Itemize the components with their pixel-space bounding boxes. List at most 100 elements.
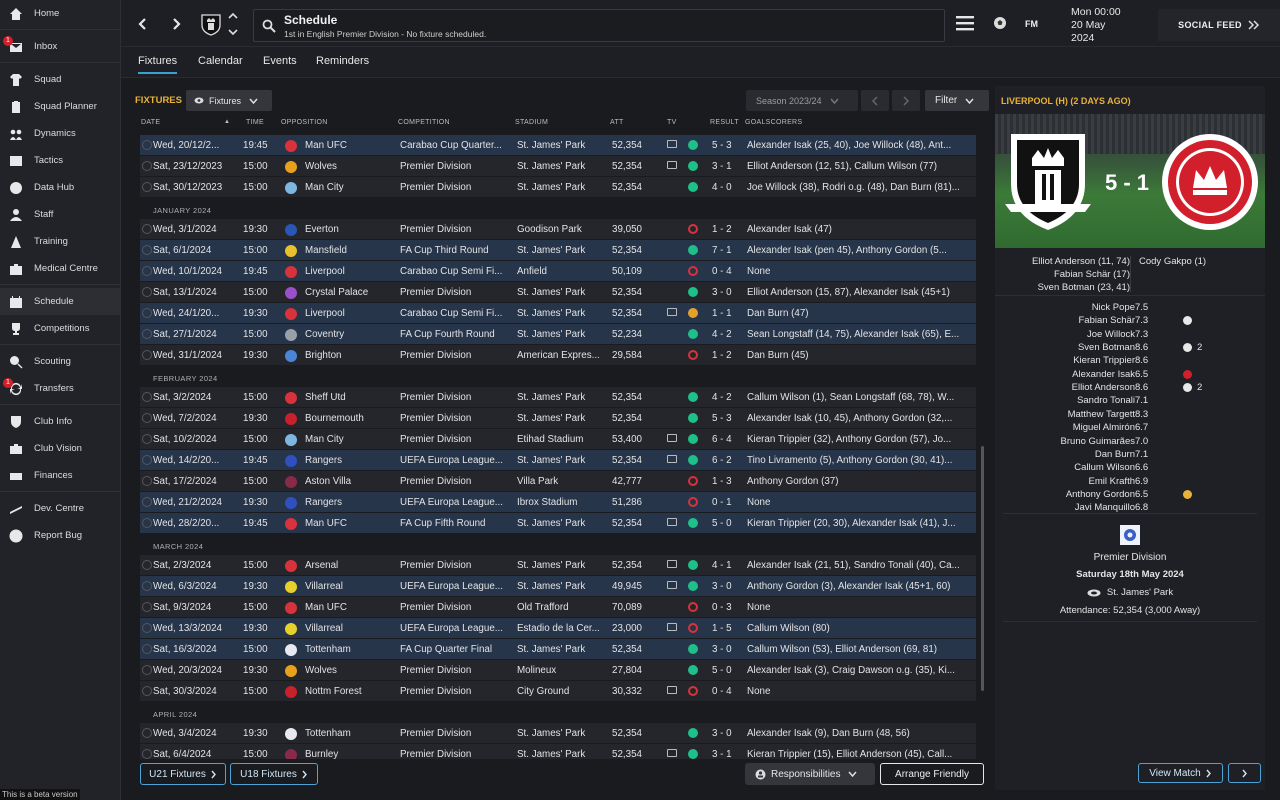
fixture-stadium[interactable]: City Ground [517, 686, 609, 697]
tab-events[interactable]: Events [263, 55, 297, 67]
social-feed-button[interactable]: SOCIAL FEED [1158, 9, 1280, 41]
fixture-opposition[interactable]: Brighton [305, 350, 397, 361]
fixture-competition[interactable]: UEFA Europa League... [400, 581, 514, 592]
fixture-row[interactable]: Sat, 10/2/2024 15:00 Man City Premier Divis… [140, 429, 976, 450]
fixture-opposition[interactable]: Nottm Forest [305, 686, 397, 697]
season-dropdown[interactable]: Season 2023/24 [746, 90, 858, 111]
fixture-stadium[interactable]: Etihad Stadium [517, 434, 609, 445]
sort-asc-icon[interactable]: ▲ [224, 119, 230, 125]
fixture-stadium[interactable]: St. James' Park [517, 140, 609, 151]
player-rating-row[interactable]: Alexander Isak 6.5 [995, 369, 1265, 382]
player-rating-row[interactable]: Kieran Trippier 8.6 [995, 355, 1265, 368]
player-rating-row[interactable]: Callum Wilson 6.6 [995, 462, 1265, 475]
fixture-row[interactable]: Sat, 2/3/2024 15:00 Arsenal Premier Divisio… [140, 555, 976, 576]
fixture-row[interactable]: Wed, 10/1/2024 19:45 Liverpool Carabao Cup … [140, 261, 976, 282]
fixture-competition[interactable]: UEFA Europa League... [400, 497, 514, 508]
fixture-competition[interactable]: Premier Division [400, 287, 514, 298]
col-competition[interactable]: COMPETITION [398, 119, 450, 126]
fixture-row[interactable]: Sat, 27/1/2024 15:00 Coventry FA Cup Fourth… [140, 324, 976, 345]
fixture-competition[interactable]: Premier Division [400, 602, 514, 613]
col-goalscorers[interactable]: GOALSCORERS [745, 119, 802, 126]
fixture-row[interactable]: Sat, 30/3/2024 15:00 Nottm Forest Premier D… [140, 681, 976, 702]
fixture-competition[interactable]: Premier Division [400, 749, 514, 759]
fixture-opposition[interactable]: Wolves [305, 161, 397, 172]
fixture-competition[interactable]: FA Cup Quarter Final [400, 644, 514, 655]
forward-button[interactable] [164, 10, 188, 38]
fixture-competition[interactable]: Premier Division [400, 665, 514, 676]
fixture-opposition[interactable]: Man UFC [305, 140, 397, 151]
fixture-stadium[interactable]: St. James' Park [517, 392, 609, 403]
fixture-row[interactable]: Wed, 21/2/2024 19:30 Rangers UEFA Europa Le… [140, 492, 976, 513]
fixture-stadium[interactable]: Goodison Park [517, 224, 609, 235]
col-opposition[interactable]: OPPOSITION [281, 119, 328, 126]
fixture-opposition[interactable]: Crystal Palace [305, 287, 397, 298]
fixture-competition[interactable]: Premier Division [400, 224, 514, 235]
fixture-stadium[interactable]: Old Trafford [517, 602, 609, 613]
player-rating-row[interactable]: Nick Pope 7.5 [995, 302, 1265, 315]
sidebar-item-staff[interactable]: Staff [0, 201, 120, 228]
player-rating-row[interactable]: Sven Botman 8.6 2 [995, 342, 1265, 355]
fixture-opposition[interactable]: Villarreal [305, 623, 397, 634]
fixture-stadium[interactable]: St. James' Park [517, 182, 609, 193]
player-rating-row[interactable]: Sandro Tonali 7.1 [995, 395, 1265, 408]
fixture-row[interactable]: Sat, 13/1/2024 15:00 Crystal Palace Premier… [140, 282, 976, 303]
fixture-row[interactable]: Wed, 24/1/20... 19:30 Liverpool Carabao Cup… [140, 303, 976, 324]
fixture-row[interactable]: Wed, 3/4/2024 19:30 Tottenham Premier Divis… [140, 723, 976, 744]
sidebar-item-home[interactable]: Home [0, 0, 120, 27]
fixture-row[interactable]: Wed, 3/1/2024 19:30 Everton Premier Divisio… [140, 219, 976, 240]
club-crest-button[interactable] [200, 12, 222, 36]
fixture-opposition[interactable]: Sheff Utd [305, 392, 397, 403]
view-dropdown[interactable]: Fixtures [186, 90, 272, 111]
fixture-opposition[interactable]: Tottenham [305, 644, 397, 655]
sidebar-item-medical-centre[interactable]: Medical Centre [0, 255, 120, 282]
fixture-competition[interactable]: Carabao Cup Semi Fi... [400, 266, 514, 277]
view-match-button[interactable]: View Match [1138, 763, 1223, 783]
fixture-opposition[interactable]: Mansfield [305, 245, 397, 256]
sidebar-item-dev-centre[interactable]: Dev. Centre [0, 495, 120, 522]
u21-fixtures-button[interactable]: U21 Fixtures [140, 763, 226, 785]
fixture-opposition[interactable]: Burnley [305, 749, 397, 759]
sidebar-item-squad-planner[interactable]: Squad Planner [0, 93, 120, 120]
fixture-row[interactable]: Sat, 6/1/2024 15:00 Mansfield FA Cup Third … [140, 240, 976, 261]
fixture-opposition[interactable]: Man UFC [305, 518, 397, 529]
player-rating-row[interactable]: Matthew Targett 8.3 [995, 409, 1265, 422]
fixture-stadium[interactable]: St. James' Park [517, 581, 609, 592]
fixture-opposition[interactable]: Liverpool [305, 266, 397, 277]
next-season-button[interactable] [892, 90, 920, 111]
fixture-stadium[interactable]: St. James' Park [517, 518, 609, 529]
fixture-row[interactable]: Sat, 23/12/2023 15:00 Wolves Premier Divisi… [140, 156, 976, 177]
col-att[interactable]: ATT [610, 119, 624, 126]
fixture-competition[interactable]: FA Cup Fifth Round [400, 518, 514, 529]
fixture-stadium[interactable]: St. James' Park [517, 308, 609, 319]
col-date[interactable]: DATE [141, 119, 160, 126]
fm-logo[interactable]: FM [1025, 19, 1038, 29]
page-search-box[interactable]: Schedule 1st in English Premier Division… [253, 9, 945, 42]
tab-calendar[interactable]: Calendar [198, 55, 243, 67]
fixture-competition[interactable]: UEFA Europa League... [400, 623, 514, 634]
fixture-competition[interactable]: Premier Division [400, 392, 514, 403]
fixture-stadium[interactable]: St. James' Park [517, 245, 609, 256]
fixture-opposition[interactable]: Bournemouth [305, 413, 397, 424]
sidebar-item-transfers[interactable]: Transfers 1 [0, 375, 120, 402]
fixture-competition[interactable]: Premier Division [400, 476, 514, 487]
competition-name[interactable]: Premier Division [995, 552, 1265, 563]
fixture-stadium[interactable]: St. James' Park [517, 560, 609, 571]
sidebar-item-tactics[interactable]: Tactics [0, 147, 120, 174]
fixture-opposition[interactable]: Wolves [305, 665, 397, 676]
fixture-competition[interactable]: FA Cup Fourth Round [400, 329, 514, 340]
fixture-stadium[interactable]: Estadio de la Cer... [517, 623, 609, 634]
sidebar-item-finances[interactable]: Finances [0, 462, 120, 489]
fixture-stadium[interactable]: St. James' Park [517, 644, 609, 655]
sidebar-item-competitions[interactable]: Competitions [0, 315, 120, 342]
fixture-row[interactable]: Wed, 13/3/2024 19:30 Villarreal UEFA Europa… [140, 618, 976, 639]
fixture-row[interactable]: Wed, 20/3/2024 19:30 Wolves Premier Divisio… [140, 660, 976, 681]
sidebar-item-dynamics[interactable]: Dynamics [0, 120, 120, 147]
fixtures-scrollbar[interactable] [981, 446, 984, 691]
player-rating-row[interactable]: Emil Krafth 6.9 [995, 476, 1265, 489]
sidebar-item-squad[interactable]: Squad [0, 66, 120, 93]
fixture-opposition[interactable]: Aston Villa [305, 476, 397, 487]
filter-button[interactable]: Filter [925, 90, 989, 111]
fixture-opposition[interactable]: Arsenal [305, 560, 397, 571]
fixture-stadium[interactable]: St. James' Park [517, 413, 609, 424]
sidebar-item-report-bug[interactable]: Report Bug [0, 522, 120, 549]
